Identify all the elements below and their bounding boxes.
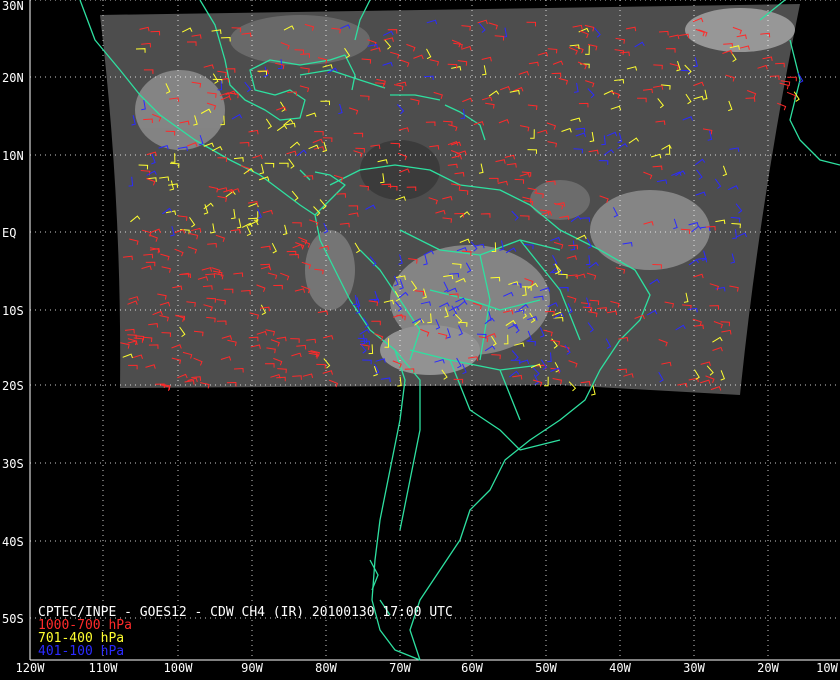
lon-label-10w: 10W bbox=[816, 661, 838, 675]
lon-label-120w: 120W bbox=[15, 661, 45, 675]
lat-label-20s: 20S bbox=[2, 379, 24, 393]
lon-label-100w: 100W bbox=[163, 661, 193, 675]
lon-label-50w: 50W bbox=[535, 661, 557, 675]
lon-label-30w: 30W bbox=[683, 661, 705, 675]
lon-label-80w: 80W bbox=[315, 661, 337, 675]
legend-high-level: 401-100 hPa bbox=[38, 644, 125, 659]
lat-label-eq: EQ bbox=[2, 226, 17, 240]
lat-label-20n: 20N bbox=[2, 71, 24, 85]
lat-label-30s: 30S bbox=[2, 457, 24, 471]
lat-label-40s: 40S bbox=[2, 535, 24, 549]
satellite-wind-map bbox=[0, 0, 840, 680]
lat-label-10n: 10N bbox=[2, 149, 24, 163]
lon-label-60w: 60W bbox=[461, 661, 483, 675]
lat-label-10s: 10S bbox=[2, 304, 24, 318]
lat-label-30n: 30N bbox=[2, 0, 24, 13]
lat-label-50s: 50S bbox=[2, 612, 24, 626]
lon-label-20w: 20W bbox=[757, 661, 779, 675]
lon-label-90w: 90W bbox=[241, 661, 263, 675]
lon-label-70w: 70W bbox=[389, 661, 411, 675]
lon-label-110w: 110W bbox=[88, 661, 118, 675]
lon-label-40w: 40W bbox=[609, 661, 631, 675]
